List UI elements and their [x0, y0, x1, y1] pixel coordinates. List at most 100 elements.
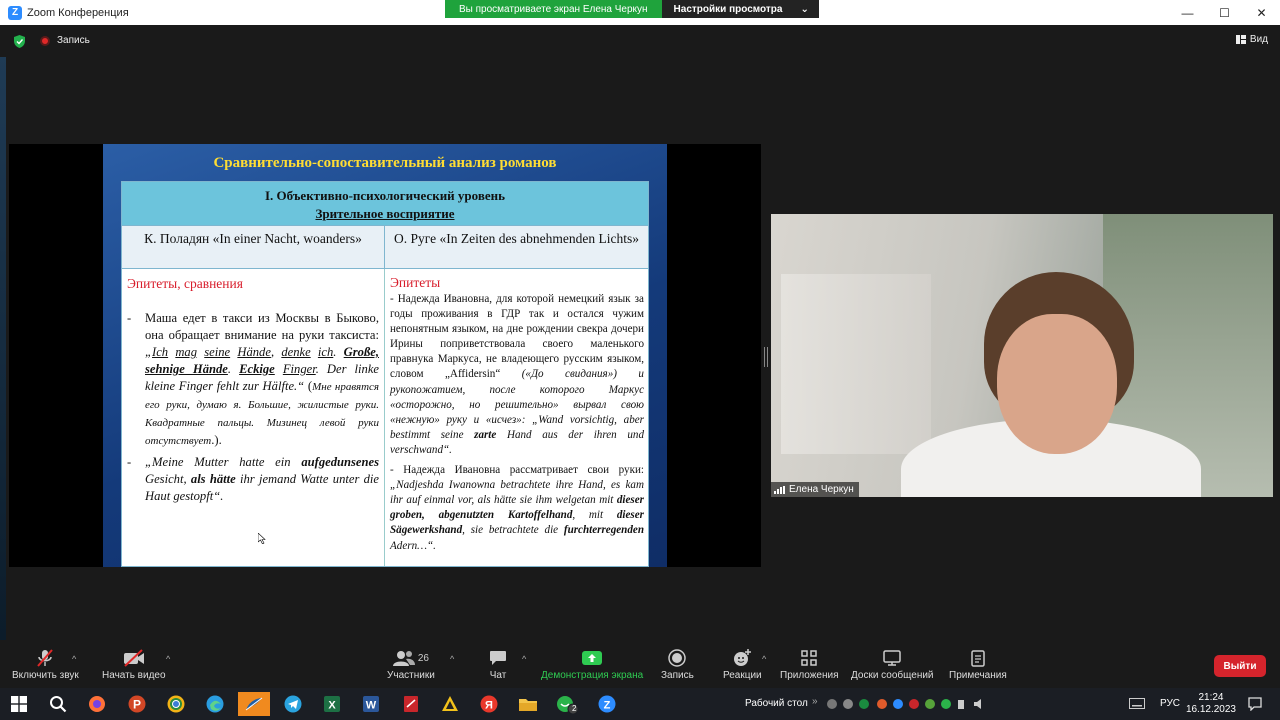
system-tray-icons[interactable] — [826, 698, 991, 710]
shared-screen[interactable]: Сравнительно-сопоставительный анализ ром… — [9, 144, 761, 567]
background-shelf — [781, 274, 931, 454]
whatsapp-icon[interactable]: 2 — [551, 692, 583, 716]
reactions-label: Реакции — [723, 670, 762, 681]
right-column: Эпитеты - Надежда Ивановна, для которой … — [385, 269, 648, 566]
participants-button[interactable]: 26 Участники — [387, 648, 435, 681]
svg-text:P: P — [133, 698, 141, 712]
sublevel-title: Зрительное восприятие — [315, 206, 455, 221]
windows-start-icon[interactable] — [3, 692, 35, 716]
toolbar-overflow-icon[interactable]: » — [812, 696, 818, 707]
start-video-button[interactable]: Начать видео — [102, 648, 166, 681]
archive-app-icon[interactable] — [434, 692, 466, 716]
participant-video[interactable]: Елена Черкун — [771, 214, 1273, 497]
input-language-indicator[interactable]: РУС — [1160, 698, 1180, 709]
record-label: Запись — [661, 670, 694, 681]
telegram-icon[interactable] — [277, 692, 309, 716]
left-column-header: К. Поладян «In einer Nacht, woanders» — [122, 226, 385, 268]
meeting-stage: Сравнительно-сопоставительный анализ ром… — [0, 57, 1280, 640]
slide-title: Сравнительно-сопоставительный анализ ром… — [213, 155, 557, 171]
start-video-label: Начать видео — [102, 670, 166, 681]
unmute-button[interactable]: Включить звук — [12, 648, 79, 681]
participants-label: Участники — [387, 670, 435, 681]
share-screen-button[interactable]: Демонстрация экрана — [541, 648, 643, 681]
chat-button[interactable]: Чат — [489, 648, 507, 681]
notes-label: Примечания — [949, 670, 1007, 681]
share-screen-label: Демонстрация экрана — [541, 670, 644, 681]
firefox-icon[interactable] — [81, 692, 113, 716]
apps-label: Приложения — [780, 670, 839, 681]
list-item: - „Meine Mutter hatte ein aufgedunsenes … — [127, 455, 380, 503]
zoom-taskbar-icon[interactable]: Z — [591, 692, 623, 716]
column-headers: К. Поладян «In einer Nacht, woanders» О.… — [122, 225, 648, 269]
mouse-cursor-icon — [258, 533, 266, 544]
whiteboard-icon — [883, 650, 902, 666]
chrome-icon[interactable] — [160, 692, 192, 716]
chat-caret-icon[interactable]: ^ — [522, 654, 526, 664]
meeting-info-bar: Запись Вид — [0, 25, 1280, 57]
file-explorer-icon[interactable] — [512, 692, 544, 716]
record-button[interactable]: Запись — [661, 648, 694, 681]
active-app-icon[interactable] — [238, 692, 270, 716]
leave-button[interactable]: Выйти — [1214, 655, 1266, 677]
audio-options-caret-icon[interactable]: ^ — [72, 654, 76, 664]
notes-button[interactable]: Примечания — [949, 648, 1007, 681]
recording-label: Запись — [57, 35, 90, 46]
share-banner: Вы просматриваете экран Елена Черкун Нас… — [445, 0, 819, 18]
zoom-logo-icon: Z — [8, 5, 22, 20]
notifications-icon[interactable] — [1248, 697, 1262, 711]
list-item: - Надежда Ивановна рассматривает свои ру… — [390, 464, 644, 552]
view-button[interactable]: Вид — [1235, 34, 1268, 45]
edge-icon[interactable] — [199, 692, 231, 716]
left-column-text: - Маша едет в такси из Москвы в Быково, … — [127, 310, 379, 505]
desktop-background — [0, 57, 6, 640]
reactions-caret-icon[interactable]: ^ — [762, 654, 766, 664]
participants-icon — [392, 651, 415, 666]
whatsapp-unread-badge: 2 — [572, 704, 577, 713]
participant-name-tag: Елена Черкун — [771, 482, 859, 497]
level-title: I. Объективно-психологический уровень — [265, 188, 505, 203]
right-column-header: О. Руге «In Zeiten des abnehmenden Licht… — [394, 231, 639, 246]
unmute-label: Включить звук — [12, 670, 79, 681]
clock-date: 16.12.2023 — [1185, 704, 1236, 715]
whiteboards-label: Доски сообщений — [851, 670, 934, 681]
participant-face — [997, 314, 1117, 454]
reactions-button[interactable]: Реакции — [723, 648, 762, 681]
list-item: - Маша едет в такси из Москвы в Быково, … — [127, 311, 380, 447]
svg-text:X: X — [328, 700, 336, 712]
chat-icon — [490, 651, 506, 665]
apps-button[interactable]: Приложения — [780, 648, 839, 681]
search-icon[interactable] — [42, 692, 74, 716]
participants-caret-icon[interactable]: ^ — [450, 654, 454, 664]
reactions-icon — [734, 649, 752, 666]
participants-count: 26 — [417, 652, 429, 664]
shield-icon[interactable] — [14, 35, 25, 48]
close-button[interactable]: ✕ — [1243, 0, 1280, 25]
powerpoint-icon[interactable]: P — [121, 692, 153, 716]
right-column-text: - Надежда Ивановна, для которой немецкий… — [390, 292, 644, 554]
whiteboards-button[interactable]: Доски сообщений — [851, 648, 934, 681]
yandex-browser-icon[interactable]: Я — [473, 692, 505, 716]
pdf-editor-icon[interactable] — [395, 692, 427, 716]
right-section-heading: Эпитеты — [390, 275, 441, 290]
grid-view-icon — [1235, 35, 1246, 44]
view-settings-label: Настройки просмотра — [673, 3, 783, 15]
camera-off-icon — [123, 649, 144, 667]
splitter-handle-icon[interactable] — [764, 347, 768, 367]
zoom-window: Z Zoom Конференция — ☐ ✕ Вы просматривае… — [0, 0, 1280, 720]
taskbar-clock[interactable]: 21:24 16.12.2023 — [1186, 692, 1236, 716]
maximize-button[interactable]: ☐ — [1206, 0, 1243, 25]
apps-icon — [801, 650, 817, 666]
minimize-button[interactable]: — — [1169, 0, 1206, 25]
microphone-muted-icon — [37, 649, 54, 667]
recording-icon — [40, 36, 50, 46]
clock-time: 21:24 — [1198, 692, 1224, 703]
excel-icon[interactable]: X — [316, 692, 348, 716]
desktop-toolbar-label[interactable]: Рабочий стол — [745, 698, 808, 709]
word-icon[interactable]: W — [355, 692, 387, 716]
video-options-caret-icon[interactable]: ^ — [166, 654, 170, 664]
keyboard-icon[interactable] — [1129, 698, 1145, 709]
table-body: Эпитеты, сравнения - Маша едет в такси и… — [122, 269, 648, 566]
windows-taskbar: P X W Я 2 Z Рабочий стол » РУС 21:24 16.… — [0, 688, 1280, 720]
share-status: Вы просматриваете экран Елена Черкун — [445, 0, 662, 18]
view-settings-button[interactable]: Настройки просмотра ⌄ — [661, 0, 819, 18]
